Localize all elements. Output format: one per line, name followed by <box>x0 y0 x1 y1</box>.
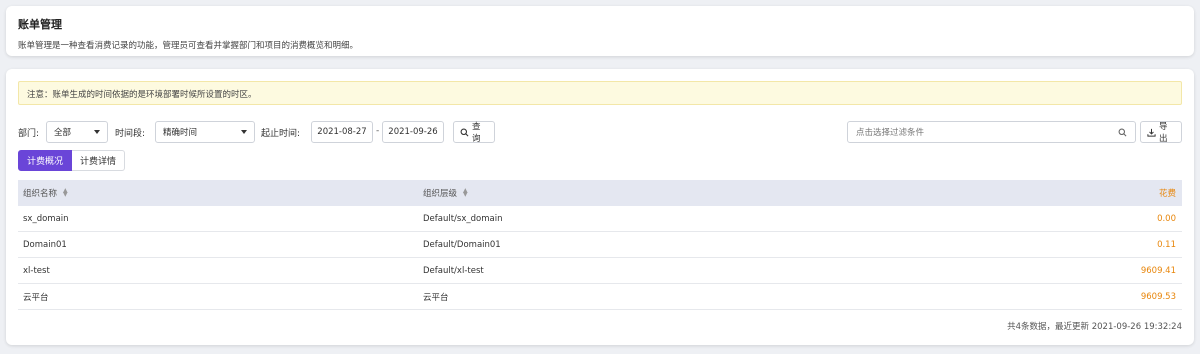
filter-search-input[interactable]: 点击选择过滤条件 <box>847 121 1136 143</box>
org-level-cell: Default/sx_domain <box>423 214 503 224</box>
sort-icon: ▲ ▼ <box>463 187 468 198</box>
org-level-cell: Default/Domain01 <box>423 240 501 250</box>
start-date-input[interactable]: 2021-08-27 <box>311 121 373 143</box>
export-label: 导出 <box>1159 122 1168 144</box>
period-select[interactable]: 精确时间 <box>155 121 255 143</box>
org-name-cell: Domain01 <box>23 240 67 250</box>
page-description: 账单管理是一种查看消费记录的功能，管理员可查看并掌握部门和项目的消费概览和明细。 <box>18 41 359 51</box>
period-label: 时间段: <box>115 129 146 139</box>
billing-table: 组织名称 ▲ ▼ 组织层级 ▲ ▼ 花费 sx_domain Default/sx_… <box>18 180 1182 310</box>
range-separator: - <box>376 126 380 136</box>
tab-billing-details[interactable]: 计费详情 <box>72 150 126 171</box>
column-org-name[interactable]: 组织名称 ▲ ▼ <box>23 180 68 206</box>
org-name-cell: sx_domain <box>23 214 69 224</box>
query-button[interactable]: 查询 <box>453 121 495 144</box>
download-icon <box>1147 128 1156 137</box>
cost-cell: 0.00 <box>1157 214 1176 224</box>
range-label: 起止时间: <box>261 129 301 139</box>
department-select[interactable]: 全部 <box>46 121 108 143</box>
column-org-level[interactable]: 组织层级 ▲ ▼ <box>423 180 468 206</box>
cost-cell: 0.11 <box>1157 240 1176 250</box>
org-name-cell: xl-test <box>23 266 50 276</box>
department-value: 全部 <box>54 128 72 138</box>
column-cost[interactable]: 花费 <box>1159 180 1176 206</box>
tab-bar: 计费概况 计费详情 <box>18 150 126 171</box>
page-title: 账单管理 <box>18 18 62 31</box>
bill-panel: 注意：账单生成的时间依据的是环境部署时候所设置的时区。 部门: 全部 时间段: … <box>6 69 1194 345</box>
sort-icon: ▲ ▼ <box>63 187 68 198</box>
search-placeholder: 点击选择过滤条件 <box>856 128 925 138</box>
table-footer-status: 共4条数据，最近更新 2021-09-26 19:32:24 <box>1007 322 1182 332</box>
org-level-cell: Default/xl-test <box>423 266 484 276</box>
search-icon <box>460 128 469 137</box>
page-header: 账单管理 账单管理是一种查看消费记录的功能，管理员可查看并掌握部门和项目的消费概… <box>6 6 1194 56</box>
org-name-cell: 云平台 <box>23 293 49 303</box>
export-button[interactable]: 导出 <box>1140 121 1182 144</box>
end-date-input[interactable]: 2021-09-26 <box>382 121 444 143</box>
tab-billing-overview[interactable]: 计费概况 <box>18 150 73 171</box>
org-level-cell: 云平台 <box>423 293 449 303</box>
department-label: 部门: <box>18 129 40 139</box>
cost-cell: 9609.41 <box>1140 266 1176 276</box>
table-header: 组织名称 ▲ ▼ 组织层级 ▲ ▼ 花费 <box>18 180 1182 206</box>
chevron-down-icon <box>241 130 247 134</box>
table-row: 云平台 云平台 9609.53 <box>18 284 1182 310</box>
table-row: Domain01 Default/Domain01 0.11 <box>18 232 1182 258</box>
filter-bar: 部门: 全部 时间段: 精确时间 起止时间: 2021-08-27 - 2021… <box>18 121 1182 144</box>
search-icon <box>1118 128 1127 137</box>
table-row: sx_domain Default/sx_domain 0.00 <box>18 206 1182 232</box>
chevron-down-icon <box>94 130 100 134</box>
query-label: 查询 <box>472 122 481 144</box>
table-row: xl-test Default/xl-test 9609.41 <box>18 258 1182 284</box>
cost-cell: 9609.53 <box>1140 292 1176 302</box>
period-value: 精确时间 <box>163 128 198 138</box>
timezone-notice: 注意：账单生成的时间依据的是环境部署时候所设置的时区。 <box>18 81 1182 105</box>
